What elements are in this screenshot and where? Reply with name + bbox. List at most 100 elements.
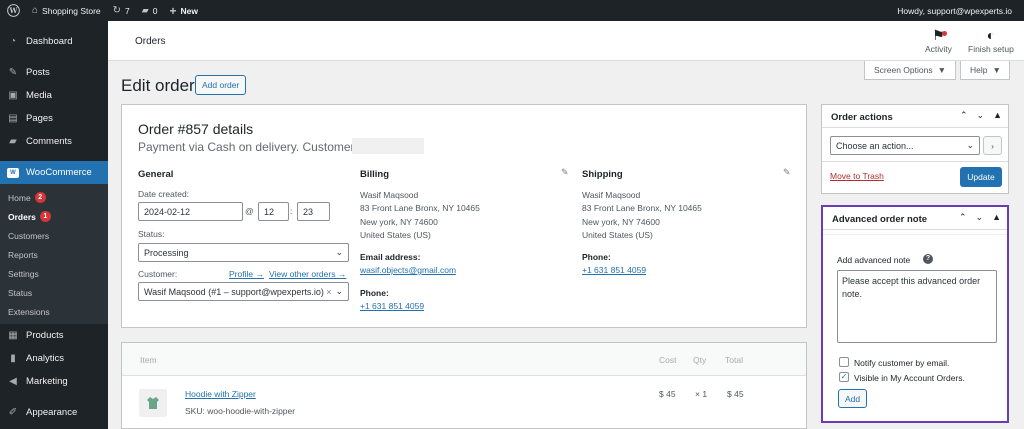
submenu-item-settings[interactable]: Settings bbox=[0, 264, 108, 283]
billing-line1: 83 Front Lane Bronx, NY 10465 bbox=[360, 203, 480, 214]
total-column-header: Total bbox=[725, 355, 743, 365]
shipping-phone-link[interactable]: +1 631 851 4059 bbox=[582, 265, 646, 275]
help-button[interactable]: Help ▼ bbox=[960, 61, 1010, 80]
date-created-input[interactable]: 2024-02-12 bbox=[138, 202, 243, 221]
activity-button[interactable]: ⚑ Activity bbox=[925, 26, 952, 54]
wordpress-logo-icon[interactable]: W bbox=[0, 0, 26, 21]
sidebar-item-dashboard[interactable]: ◔ Dashboard bbox=[0, 30, 108, 53]
customer-profile-link[interactable]: Profile → bbox=[229, 269, 264, 279]
sidebar-item-comments[interactable]: ▰ Comments bbox=[0, 130, 108, 153]
woocommerce-header: Orders ⚑ Activity ◐ Finish setup bbox=[108, 21, 1024, 61]
move-down-icon[interactable]: ⌄ bbox=[977, 110, 985, 121]
products-icon: ▦ bbox=[8, 330, 18, 341]
submenu-item-extensions[interactable]: Extensions bbox=[0, 302, 108, 321]
order-action-select[interactable]: Choose an action... ⌄ bbox=[830, 136, 980, 155]
customer-select[interactable]: Wasif Maqsood (#1 – support@wpexperts.io… bbox=[138, 282, 349, 301]
home-icon: ⌂ bbox=[32, 5, 39, 16]
date-created-label: Date created: bbox=[138, 189, 190, 199]
hour-input[interactable]: 12 bbox=[258, 202, 289, 221]
sidebar-item-label: Media bbox=[26, 90, 52, 101]
order-actions-title: Order actions bbox=[831, 112, 893, 123]
billing-line2: New york, NY 74600 bbox=[360, 216, 438, 227]
product-sku: SKU: woo-hoodie-with-zipper bbox=[185, 406, 296, 416]
visible-in-account-label: Visible in My Account Orders. bbox=[854, 373, 965, 383]
sidebar-item-marketing[interactable]: ◀ Marketing bbox=[0, 370, 108, 393]
chevron-down-icon: ⌄ bbox=[335, 247, 343, 257]
submenu-item-orders[interactable]: Orders 1 bbox=[0, 207, 108, 226]
site-name-link[interactable]: ⌂ Shopping Store bbox=[26, 0, 107, 21]
site-name: Shopping Store bbox=[42, 5, 101, 16]
comment-icon: ▰ bbox=[141, 5, 149, 15]
order-data-panel: Order #857 details Payment via Cash on d… bbox=[121, 104, 807, 328]
pages-icon: ▤ bbox=[8, 113, 18, 124]
comments-link[interactable]: ▰ 0 bbox=[136, 0, 164, 21]
help-label: Help bbox=[970, 65, 988, 75]
count-badge: 2 bbox=[34, 192, 46, 203]
finish-setup-button[interactable]: ◐ Finish setup bbox=[968, 26, 1014, 54]
sidebar-item-analytics[interactable]: ▮ Analytics bbox=[0, 347, 108, 370]
sidebar-item-label: Pages bbox=[26, 113, 53, 124]
sidebar-item-posts[interactable]: ✎ Posts bbox=[0, 61, 108, 84]
apply-action-button[interactable]: › bbox=[983, 136, 1002, 155]
chevron-down-icon: ⌄ bbox=[966, 140, 974, 150]
notify-customer-checkbox[interactable] bbox=[839, 357, 849, 367]
help-tip-icon[interactable]: ? bbox=[923, 254, 933, 264]
submenu-item-customers[interactable]: Customers bbox=[0, 226, 108, 245]
screen-options-button[interactable]: Screen Options ▼ bbox=[864, 61, 956, 80]
billing-email-link[interactable]: wasif.objects@gmail.com bbox=[360, 265, 456, 275]
minute-input[interactable]: 23 bbox=[297, 202, 330, 221]
add-note-button[interactable]: Add bbox=[838, 389, 867, 408]
view-other-orders-link[interactable]: View other orders → bbox=[269, 269, 346, 279]
media-icon: ▣ bbox=[8, 90, 18, 101]
admin-sidebar: ◔ Dashboard ✎ Posts ▣ Media ▤ Pages ▰ Co… bbox=[0, 21, 108, 429]
status-select[interactable]: Processing ⌄ bbox=[138, 243, 349, 262]
chevron-down-icon: ⌄ bbox=[335, 286, 343, 296]
billing-heading: Billing bbox=[360, 169, 390, 180]
submenu-item-home[interactable]: Home 2 bbox=[0, 188, 108, 207]
submenu-item-label: Reports bbox=[8, 249, 38, 260]
sidebar-item-label: Dashboard bbox=[26, 36, 73, 47]
howdy-text: Howdy, support@wpexperts.io bbox=[897, 5, 1012, 16]
move-to-trash-link[interactable]: Move to Trash bbox=[830, 171, 884, 181]
submenu-item-label: Customers bbox=[8, 230, 50, 241]
caret-down-icon: ▼ bbox=[992, 65, 1001, 75]
header-title: Orders bbox=[135, 36, 166, 47]
update-button[interactable]: Update bbox=[960, 167, 1002, 187]
new-content-link[interactable]: + New bbox=[163, 0, 204, 21]
edit-shipping-pencil-icon[interactable]: ✎ bbox=[783, 167, 791, 178]
submenu-item-label: Extensions bbox=[8, 306, 50, 317]
billing-phone-link[interactable]: +1 631 851 4059 bbox=[360, 301, 424, 311]
sidebar-item-woocommerce[interactable]: W WooCommerce bbox=[0, 161, 108, 184]
woocommerce-submenu: Home 2 Orders 1 Customers Reports Settin… bbox=[0, 184, 108, 324]
customer-label: Customer: bbox=[138, 269, 178, 279]
shipping-line1: 83 Front Lane Bronx, NY 10465 bbox=[582, 203, 702, 214]
updates-count: 7 bbox=[125, 5, 130, 16]
advanced-note-textarea[interactable]: Please accept this advanced order note. bbox=[837, 270, 997, 343]
shipping-heading: Shipping bbox=[582, 169, 623, 180]
order-actions-header: Order actions ⌃ ⌄ ▲ bbox=[822, 105, 1008, 128]
sidebar-item-appearance[interactable]: ✐ Appearance bbox=[0, 401, 108, 424]
edit-billing-pencil-icon[interactable]: ✎ bbox=[561, 167, 569, 178]
product-name-link[interactable]: Hoodie with Zipper bbox=[185, 389, 256, 399]
submenu-item-status[interactable]: Status bbox=[0, 283, 108, 302]
shipping-name: Wasif Maqsood bbox=[582, 190, 641, 200]
collapse-toggle-icon[interactable]: ▲ bbox=[993, 110, 1002, 121]
sidebar-item-pages[interactable]: ▤ Pages bbox=[0, 107, 108, 130]
email-label: Email address: bbox=[360, 252, 421, 262]
move-up-icon[interactable]: ⌃ bbox=[959, 212, 967, 223]
screen-options-label: Screen Options bbox=[874, 65, 933, 75]
my-account-link[interactable]: Howdy, support@wpexperts.io bbox=[891, 0, 1018, 21]
add-order-button[interactable]: Add order bbox=[195, 75, 247, 95]
visible-in-account-checkbox[interactable]: ✓ bbox=[839, 372, 849, 382]
move-up-icon[interactable]: ⌃ bbox=[960, 110, 968, 121]
sidebar-item-media[interactable]: ▣ Media bbox=[0, 84, 108, 107]
order-items-panel: Item Cost Qty Total Hoodie with Zipper S… bbox=[121, 342, 807, 429]
move-down-icon[interactable]: ⌄ bbox=[976, 212, 984, 223]
brush-icon: ✐ bbox=[8, 407, 18, 418]
sidebar-item-products[interactable]: ▦ Products bbox=[0, 324, 108, 347]
updates-link[interactable]: ↻ 7 bbox=[107, 0, 136, 21]
clear-icon[interactable]: × bbox=[326, 287, 331, 297]
collapse-toggle-icon[interactable]: ▲ bbox=[992, 212, 1001, 223]
billing-address: Wasif Maqsood 83 Front Lane Bronx, NY 10… bbox=[360, 189, 480, 242]
submenu-item-reports[interactable]: Reports bbox=[0, 245, 108, 264]
